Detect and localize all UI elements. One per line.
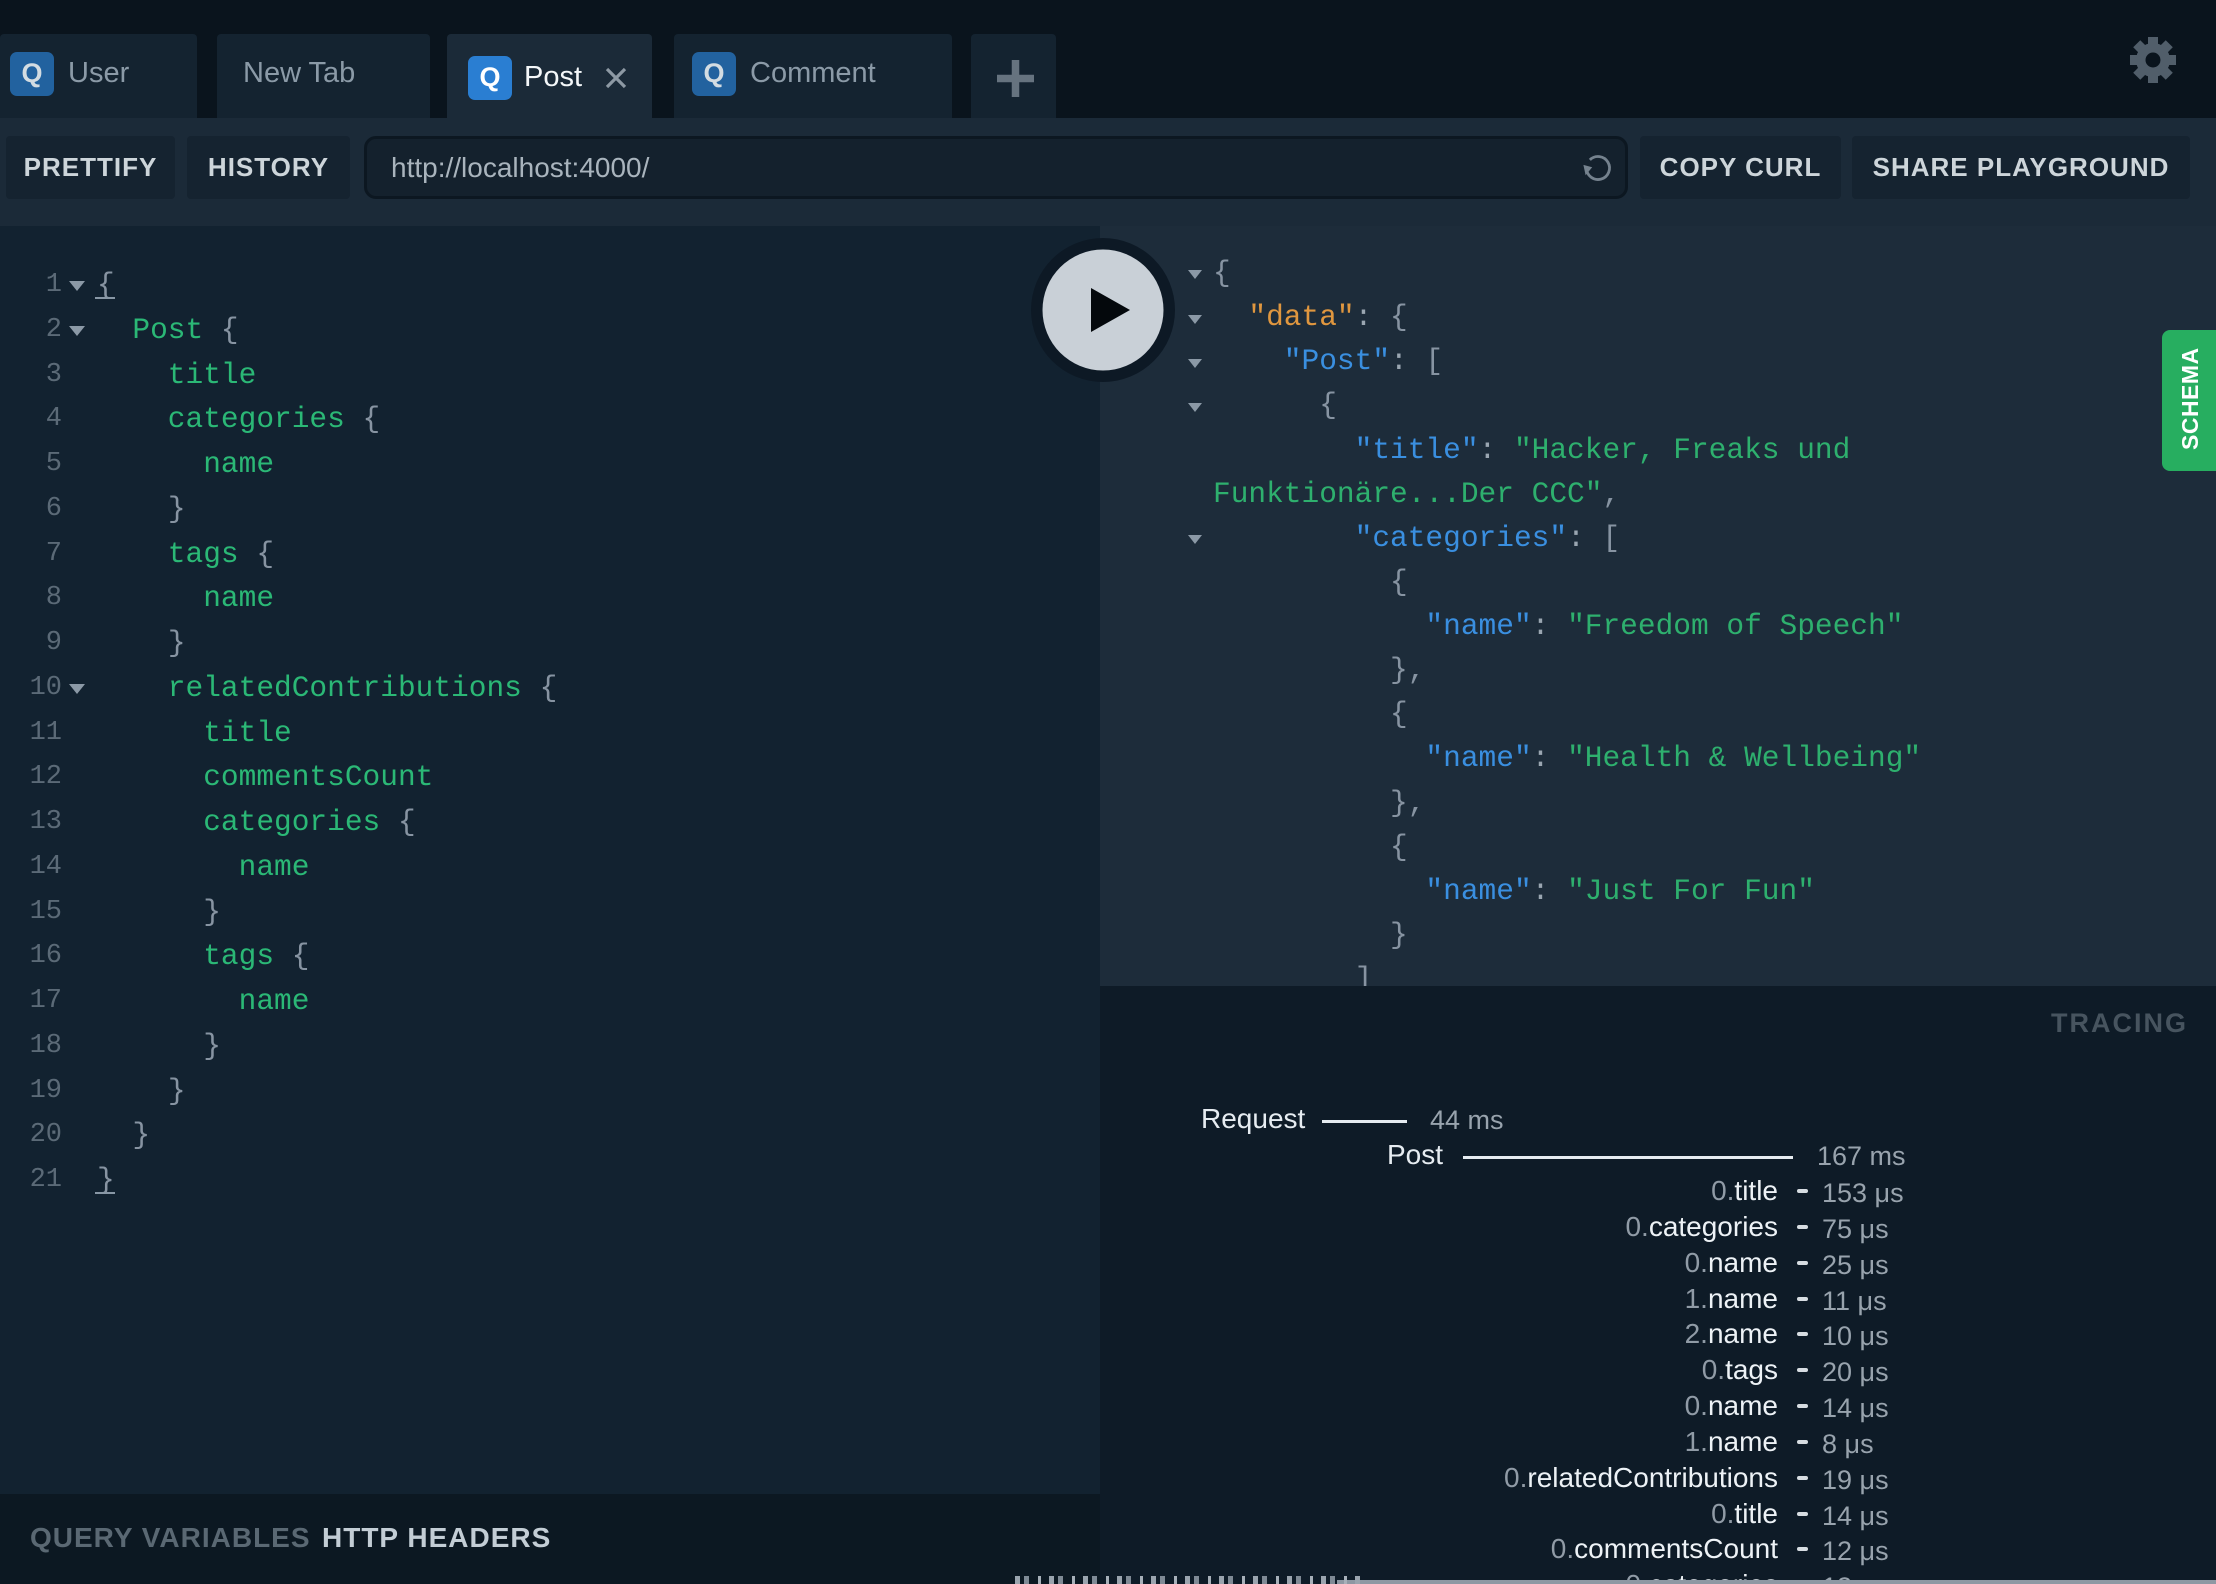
svg-text:SCHEMA: SCHEMA bbox=[2177, 347, 2203, 450]
